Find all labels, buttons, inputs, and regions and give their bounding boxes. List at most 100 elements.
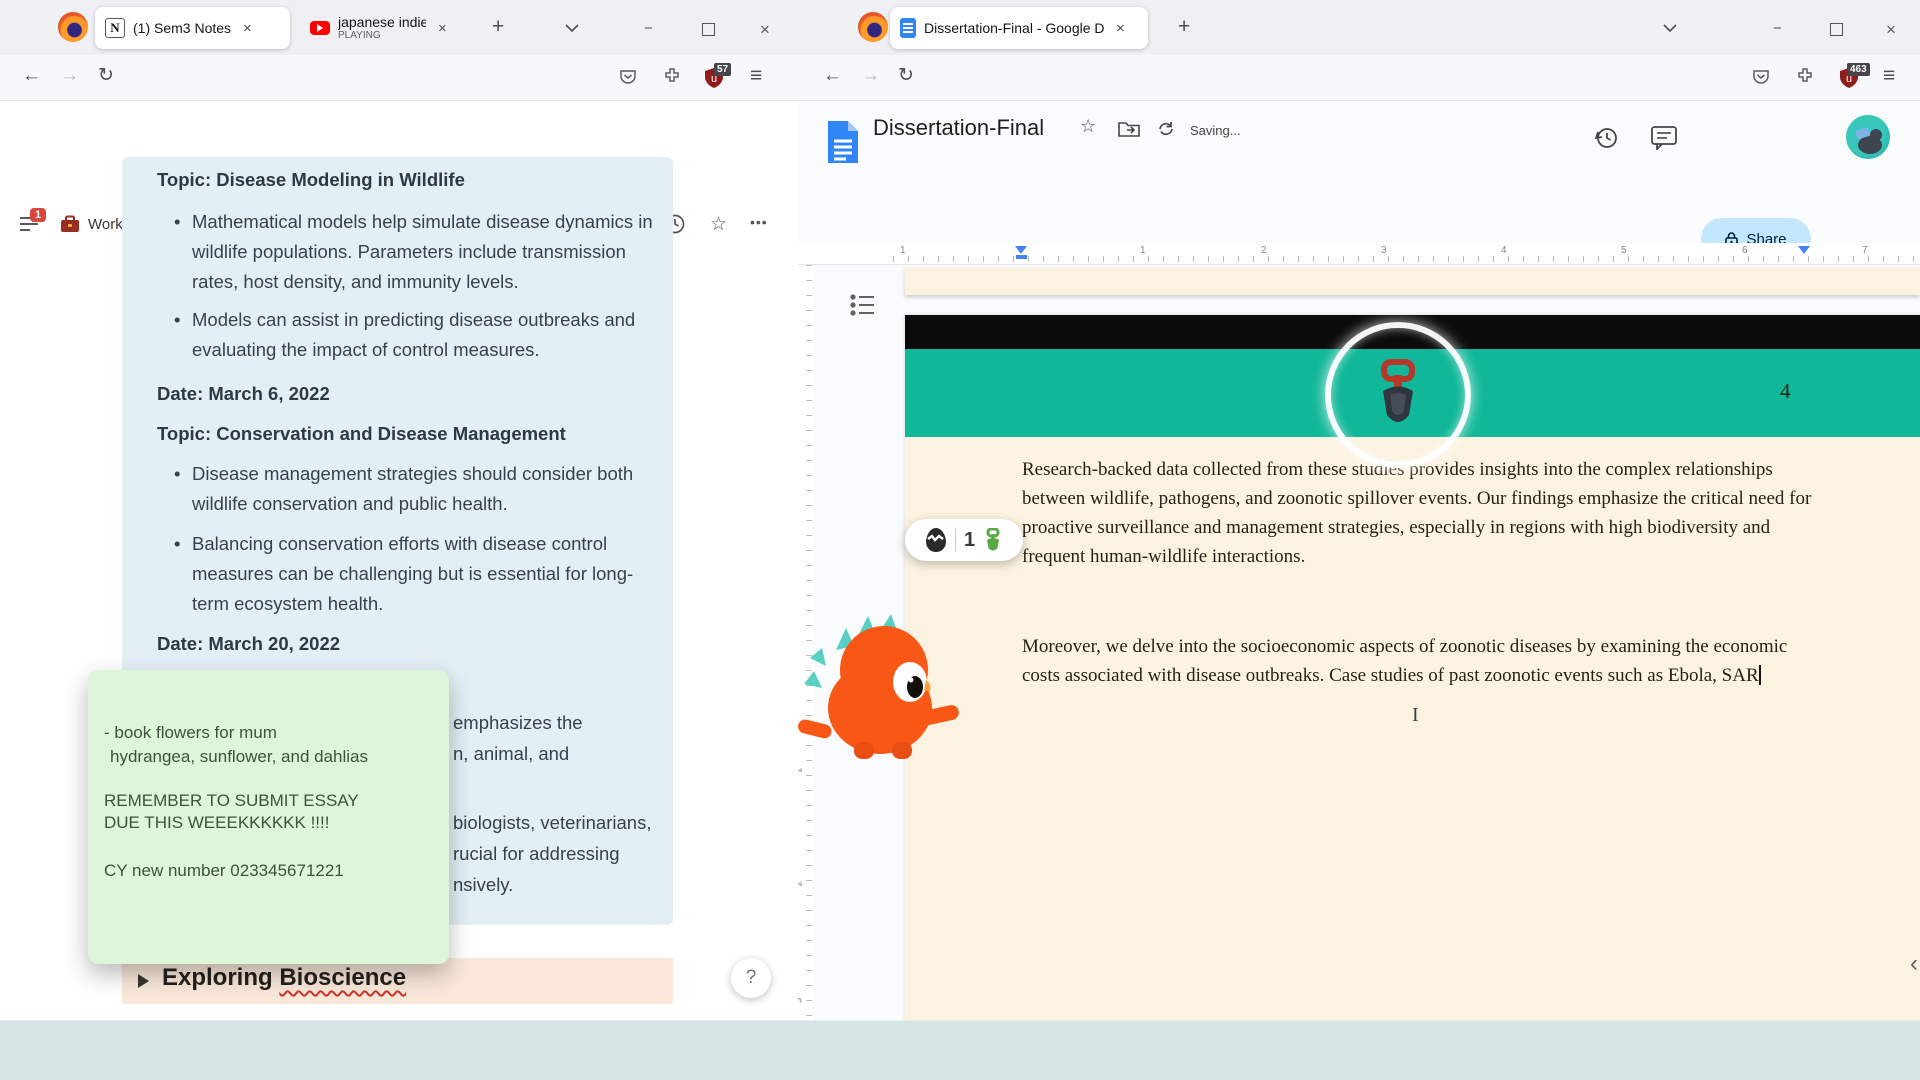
nav-bar: ← → ↻ https://docs.google.com/document/d… (798, 55, 1920, 150)
close-window-button[interactable]: × (760, 20, 770, 40)
reload-button[interactable]: ↻ (98, 66, 114, 85)
version-history-icon[interactable] (1593, 125, 1619, 151)
date-heading: Date: March 6, 2022 (157, 383, 330, 404)
google-docs-icon (900, 18, 916, 38)
taskbar: UV 1 32°C Very high UV b 1 (0, 1020, 1920, 1080)
text-caret (1758, 665, 1761, 685)
tab-list-chevron-icon[interactable] (1663, 24, 1677, 33)
new-tab-button[interactable]: + (492, 16, 504, 37)
account-avatar[interactable] (1846, 115, 1890, 159)
close-tab-icon[interactable]: × (438, 20, 447, 37)
toggle-triangle-icon[interactable] (138, 974, 149, 988)
text-fragment: nsively. (453, 874, 514, 895)
minimize-button[interactable]: − (644, 20, 653, 37)
extensions-puzzle-icon[interactable] (1795, 67, 1815, 87)
ruler-number: 5 (1621, 245, 1627, 256)
desktop: N (1) Sem3 Notes × japanese indie r PLAY… (0, 0, 1920, 1080)
tab-list-chevron-icon[interactable] (565, 24, 579, 33)
page-number: 4 (1780, 379, 1791, 403)
side-panel-collapse-icon[interactable]: ‹ (1910, 950, 1918, 978)
bullet-marker: • (174, 309, 181, 330)
toggle-heading-block[interactable]: Exploring Bioscience (122, 958, 673, 1004)
saving-sync-icon (1159, 122, 1173, 136)
text-fragment: n, animal, and (453, 743, 570, 764)
google-docs-logo-icon[interactable] (826, 119, 860, 165)
ublock-icon[interactable]: u 463 (1839, 63, 1870, 94)
pocket-icon[interactable] (1751, 67, 1771, 87)
saving-status: Saving... (1190, 123, 1241, 138)
bullet-text: Balancing conservation efforts with dise… (192, 533, 634, 614)
extensions-puzzle-icon[interactable] (662, 67, 682, 87)
pocket-icon[interactable] (618, 67, 638, 87)
egg-icon (925, 528, 946, 552)
left-indent-marker[interactable] (1016, 255, 1027, 259)
bullet-marker: • (174, 533, 181, 554)
ibeam-cursor: I (1412, 704, 1419, 726)
comment-icon[interactable] (1651, 126, 1677, 150)
ruler-number: 1 (900, 245, 906, 256)
menu-hamburger-icon[interactable]: ≡ (750, 65, 762, 86)
sidebar-toggle-icon[interactable]: 1 (18, 208, 47, 239)
ublock-badge: 57 (714, 63, 732, 76)
green-shovel-icon (986, 528, 1000, 551)
bullet-text: Disease management strategies should con… (192, 463, 634, 514)
ruler-number: 7 (1862, 245, 1868, 256)
ublock-icon[interactable]: u 57 (704, 63, 732, 94)
right-indent-marker[interactable] (1798, 246, 1810, 254)
pet-counter-widget[interactable]: 1 (905, 519, 1023, 561)
paragraph[interactable]: Research-backed data collected from thes… (1022, 455, 1814, 571)
close-tab-icon[interactable]: × (243, 20, 252, 37)
dinosaur-pet[interactable] (798, 608, 960, 760)
move-folder-icon[interactable] (1118, 120, 1140, 137)
favorite-star-icon[interactable]: ☆ (710, 213, 727, 236)
notion-icon: N (105, 18, 125, 38)
text-fragment: rucial for addressing (453, 843, 620, 864)
topic-heading: Topic: Conservation and Disease Manageme… (157, 423, 566, 444)
close-window-button[interactable]: × (1886, 20, 1896, 40)
reload-button[interactable]: ↻ (898, 66, 914, 85)
cursor-highlight-circle (1325, 322, 1471, 468)
ruler-number: 2 (1261, 245, 1267, 256)
bullet-text: Mathematical models help simulate diseas… (192, 211, 653, 292)
ruler-number: 6 (1742, 245, 1748, 256)
red-shovel-icon (1381, 359, 1415, 422)
maximize-button[interactable] (1830, 23, 1843, 36)
star-document-icon[interactable]: ☆ (1080, 116, 1096, 137)
minimize-button[interactable]: − (1773, 20, 1782, 37)
more-options-button[interactable]: ••• (750, 214, 768, 230)
new-tab-button[interactable]: + (1178, 16, 1190, 37)
menu-hamburger-icon[interactable]: ≡ (1883, 65, 1895, 86)
horizontal-ruler[interactable]: 1 1 2 3 4 5 6 7 (798, 243, 1920, 265)
firefox-logo-icon (858, 12, 888, 42)
text-fragment: biologists, veterinarians, (453, 812, 652, 833)
indent-marker[interactable] (1015, 246, 1027, 254)
back-button[interactable]: ← (22, 66, 41, 85)
sticky-note[interactable]: - book flowers for mum hydrangea, sunflo… (88, 670, 449, 964)
docs-header: Dissertation-Final ☆ Saving... File Edit… (798, 101, 1920, 337)
date-heading: Date: March 20, 2022 (157, 633, 341, 654)
ruler-number: 1 (798, 768, 804, 774)
help-button[interactable]: ? (731, 958, 771, 998)
tab-dissertation[interactable]: Dissertation-Final - Google Doc × (890, 7, 1148, 49)
youtube-icon (310, 21, 330, 35)
document-outline-icon[interactable] (850, 293, 876, 317)
forward-button: → (60, 65, 79, 86)
back-button[interactable]: ← (823, 66, 842, 85)
document-title[interactable]: Dissertation-Final (873, 115, 1044, 141)
sticky-line: hydrangea, sunflower, and dahlias (110, 747, 369, 766)
paragraph[interactable]: Moreover, we delve into the socioeconomi… (1022, 632, 1814, 690)
tab-strip: Dissertation-Final - Google Doc × + − × (798, 0, 1920, 55)
topic-heading: Topic: Disease Modeling in Wildlife (157, 169, 465, 190)
briefcase-icon (61, 215, 79, 232)
tab-sem3-notes[interactable]: N (1) Sem3 Notes × (95, 7, 290, 49)
tab-title: japanese indie r (338, 14, 426, 31)
firefox-logo-icon (58, 12, 88, 42)
ruler-number: 2 (798, 881, 804, 887)
maximize-button[interactable] (702, 23, 715, 36)
tab-playing-label: PLAYING (338, 30, 381, 42)
pet-counter-value: 1 (963, 528, 976, 551)
notification-badge: 1 (30, 208, 47, 222)
close-tab-icon[interactable]: × (1116, 20, 1125, 37)
misspelled-word: Bioscience (279, 964, 407, 991)
tab-youtube[interactable]: japanese indie r PLAYING × (300, 7, 465, 49)
